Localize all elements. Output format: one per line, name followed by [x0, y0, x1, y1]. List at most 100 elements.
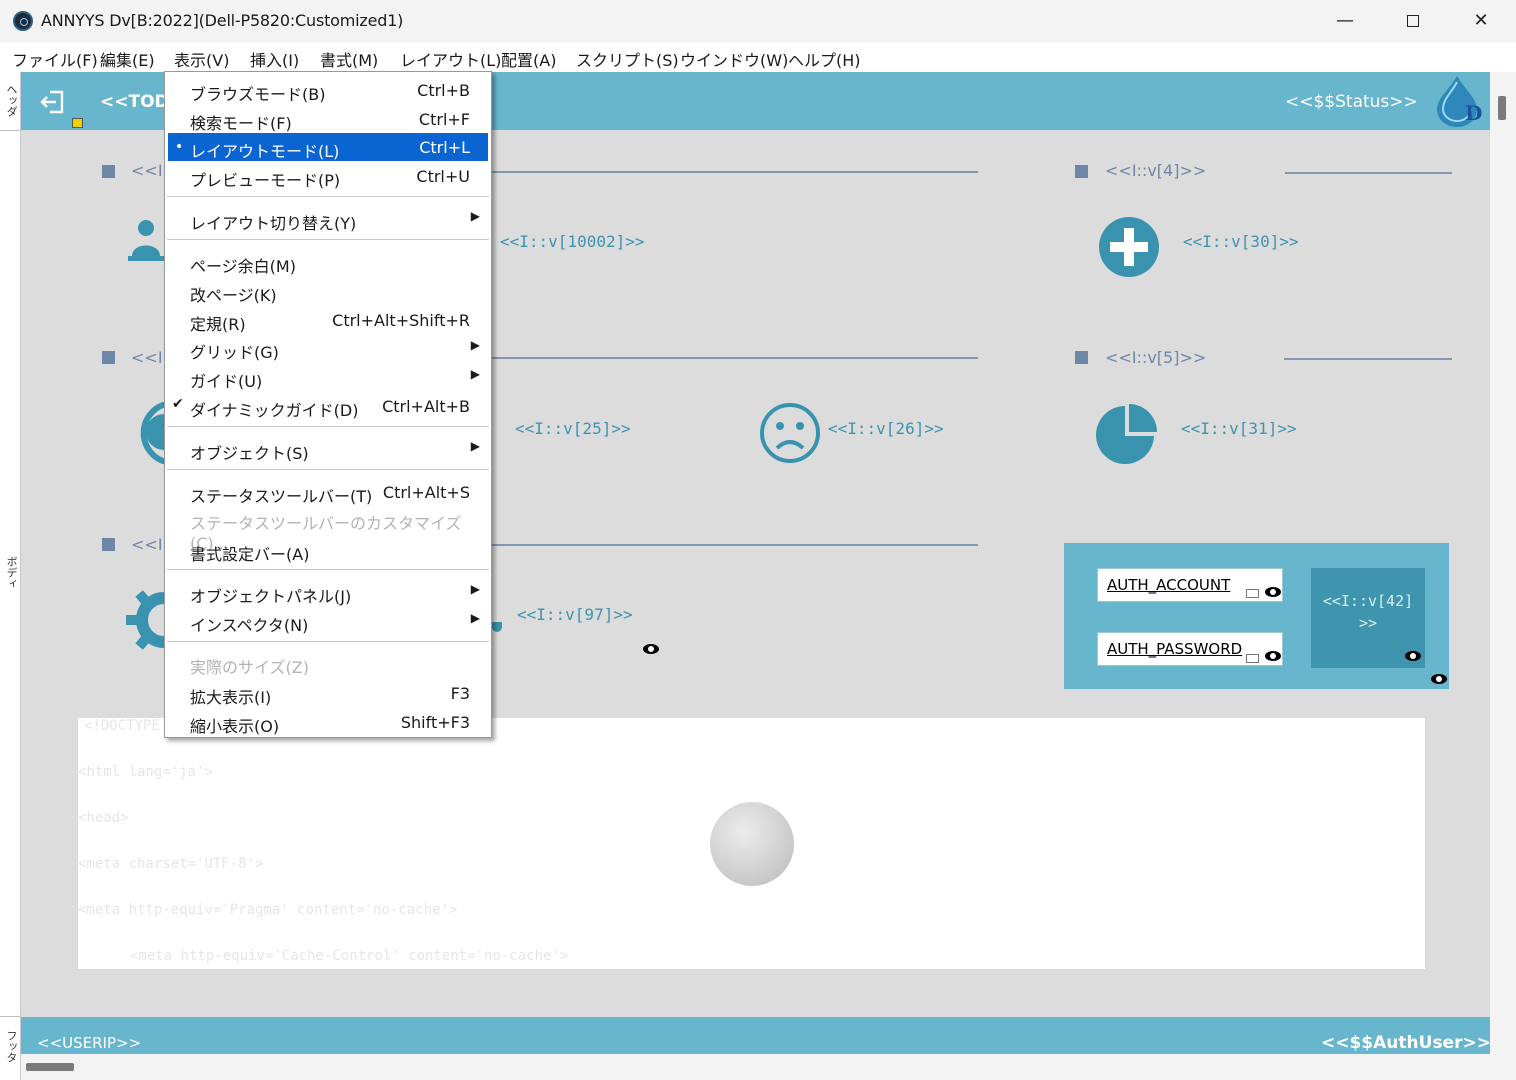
menu-separator [167, 239, 489, 240]
visibility-eye-icon[interactable] [643, 644, 659, 654]
row-marker [102, 538, 115, 551]
submenu-arrow-icon: ▶ [470, 611, 480, 625]
maximize-button[interactable] [1390, 6, 1436, 36]
menu-item-preview-mode[interactable]: プレビューモード(P) Ctrl+U [168, 162, 488, 190]
menu-item-grid[interactable]: グリッド(G) ▶ [168, 334, 488, 362]
menu-item-dynamic-guides[interactable]: ✔ ダイナミックガイド(D) Ctrl+Alt+B [168, 392, 488, 420]
close-button[interactable]: ✕ [1458, 6, 1504, 36]
menu-item-zoom-in[interactable]: 拡大表示(I) F3 [168, 679, 488, 707]
menu-item-rulers[interactable]: 定規(R) Ctrl+Alt+Shift+R [168, 306, 488, 334]
menu-item-page-margins[interactable]: ページ余白(M) [168, 248, 488, 276]
code-line: <html lang='ja'> [78, 764, 213, 780]
minimize-button[interactable]: — [1322, 6, 1368, 36]
menu-file[interactable]: ファイル(F) [12, 47, 98, 71]
code-line: <!DOCTYPE [84, 718, 160, 734]
value-field[interactable]: <<I::v[26]>> [828, 419, 944, 438]
value-field[interactable]: <<I::v[97]>> [517, 605, 633, 624]
field-type-icon [1246, 654, 1259, 663]
pie-chart-icon[interactable] [1095, 402, 1159, 466]
visibility-eye-icon[interactable] [1265, 651, 1281, 661]
horizontal-scrollbar[interactable] [21, 1054, 1490, 1080]
value-field[interactable]: <<I::v[25]>> [515, 419, 631, 438]
script-trigger-badge [72, 118, 83, 128]
status-field[interactable]: <<$$Status>> [1285, 92, 1418, 112]
menu-item-layout-mode[interactable]: • レイアウトモード(L) Ctrl+L [168, 133, 488, 161]
menu-item-zoom-out[interactable]: 縮小表示(O) Shift+F3 [168, 708, 488, 736]
menu-bar: ファイル(F) 編集(E) 表示(V) 挿入(I) 書式(M) レイアウト(L)… [0, 42, 1516, 72]
add-circle-icon[interactable] [1098, 216, 1160, 278]
horizontal-scroll-thumb[interactable] [26, 1063, 74, 1071]
menu-item-switch-layout[interactable]: レイアウト切り替え(Y) ▶ [168, 205, 488, 233]
menu-script[interactable]: スクリプト(S) [576, 47, 679, 71]
menu-item-browse-mode[interactable]: ブラウズモード(B) Ctrl+B [168, 76, 488, 104]
menu-format[interactable]: 書式(M) [320, 47, 378, 71]
checkmark-icon: ✔ [172, 396, 184, 412]
menu-separator [167, 641, 489, 642]
menu-item-formatting-bar[interactable]: 書式設定バー(A) [168, 536, 488, 564]
menu-item-status-toolbar[interactable]: ステータスツールバー(T) Ctrl+Alt+S [168, 478, 488, 506]
v42-line2: >> [1358, 614, 1378, 632]
ruler-body-label: ボディ [5, 556, 18, 589]
menu-item-object-panel[interactable]: オブジェクトパネル(J) ▶ [168, 578, 488, 606]
menu-layout[interactable]: レイアウト(L) [400, 47, 501, 71]
menu-view[interactable]: 表示(V) [174, 47, 229, 71]
visibility-eye-icon[interactable] [1431, 674, 1447, 684]
submenu-arrow-icon: ▶ [470, 582, 480, 596]
menu-item-customize-status-toolbar: ステータスツールバーのカスタマイズ(C)... [190, 514, 462, 553]
row-marker [102, 165, 115, 178]
vertical-scrollbar[interactable] [1490, 72, 1516, 1080]
menu-help[interactable]: ヘルプ(H) [788, 47, 861, 71]
label-field[interactable]: <<I::v[4]>> [1105, 161, 1206, 180]
divider-line [492, 171, 978, 173]
submenu-arrow-icon: ▶ [470, 367, 480, 381]
footer-part[interactable]: <<USERIP>> <<$$AuthUser>> [21, 1017, 1491, 1054]
globe-icon [710, 802, 794, 886]
app-logo-icon [13, 11, 33, 31]
auth-password-label: AUTH_PASSWORD [1107, 640, 1243, 658]
value-field[interactable]: <<I::v[10002]>> [500, 232, 645, 251]
menu-item-guides[interactable]: ガイド(U) ▶ [168, 363, 488, 391]
menu-arrange[interactable]: 配置(A) [501, 47, 556, 71]
vertical-scroll-thumb[interactable] [1498, 96, 1506, 120]
menu-item-page-breaks[interactable]: 改ページ(K) [168, 277, 488, 305]
svg-text:D: D [1465, 101, 1482, 125]
row-marker [1075, 165, 1088, 178]
menu-item-find-mode[interactable]: 検索モード(F) Ctrl+F [168, 105, 488, 133]
divider-line [492, 544, 978, 546]
submenu-arrow-icon: ▶ [470, 209, 480, 223]
userip-field[interactable]: <<USERIP>> [37, 1034, 141, 1052]
menu-separator [167, 426, 489, 427]
title-bar: ANNYYS Dv[B:2022](Dell-P5820:Customized1… [0, 0, 1516, 42]
brand-logo-icon: D [1437, 76, 1482, 127]
partial-icon [492, 622, 502, 632]
authuser-field[interactable]: <<$$AuthUser>> [1321, 1033, 1491, 1053]
divider-line [492, 357, 978, 359]
code-line: <meta http-equiv='Pragma' content='no-ca… [78, 902, 458, 918]
value-field[interactable]: <<I::v[30]>> [1183, 232, 1299, 251]
menu-separator [167, 469, 489, 470]
user-icon[interactable] [126, 218, 166, 264]
menu-item-actual-size: 実際のサイズ(Z) [190, 658, 309, 677]
v42-line1: <<I::v[42] [1322, 592, 1414, 610]
menu-separator [167, 196, 489, 197]
menu-insert[interactable]: 挿入(I) [250, 47, 299, 71]
menu-edit[interactable]: 編集(E) [100, 47, 155, 71]
code-line: <head> [78, 810, 129, 826]
field-type-icon [1246, 589, 1259, 598]
label-field[interactable]: <<I::v[5]>> [1105, 348, 1206, 367]
code-line: <meta http-equiv='Cache-Control' content… [130, 948, 569, 964]
visibility-eye-icon[interactable] [1265, 587, 1281, 597]
logout-icon[interactable] [39, 88, 67, 116]
ruler-footer-label: フッタ [5, 1030, 18, 1063]
value-field[interactable]: <<I::v[31]>> [1181, 419, 1297, 438]
submenu-arrow-icon: ▶ [470, 338, 480, 352]
menu-item-objects[interactable]: オブジェクト(S) ▶ [168, 435, 488, 463]
divider-line [1285, 172, 1452, 174]
view-menu-dropdown: ブラウズモード(B) Ctrl+B 検索モード(F) Ctrl+F • レイアウ… [164, 71, 492, 738]
menu-item-inspector[interactable]: インスペクタ(N) ▶ [168, 607, 488, 635]
auth-account-label: AUTH_ACCOUNT [1107, 576, 1231, 594]
menu-window[interactable]: ウインドウ(W) [680, 47, 788, 71]
sad-face-icon[interactable] [759, 402, 821, 464]
code-line: <meta charset='UTF-8'> [78, 856, 264, 872]
visibility-eye-icon[interactable] [1405, 651, 1421, 661]
